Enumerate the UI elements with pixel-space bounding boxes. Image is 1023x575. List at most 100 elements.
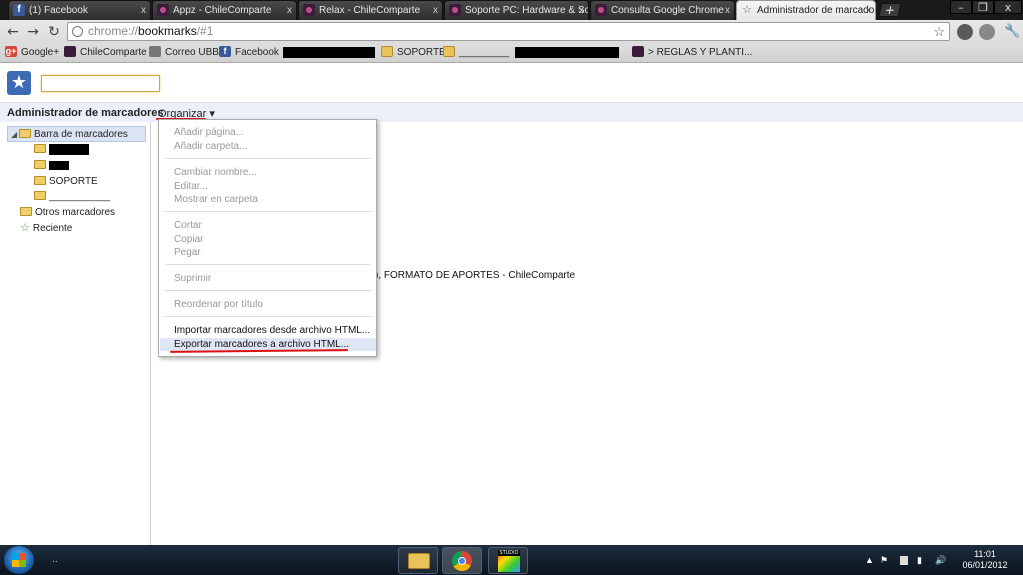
back-button[interactable]: ←: [4, 23, 22, 41]
tab-appz[interactable]: Appz - ChileComparte x: [152, 0, 297, 20]
recent-star-icon: ☆: [20, 222, 30, 234]
mail-icon: [149, 45, 161, 57]
tab-close-icon[interactable]: x: [579, 1, 584, 20]
folder-icon: [443, 45, 455, 57]
menu-item-edit[interactable]: Editar...: [160, 180, 376, 193]
power-icon[interactable]: [900, 556, 908, 565]
start-button[interactable]: [4, 546, 34, 574]
menu-item-rename[interactable]: Cambiar nombre...: [160, 166, 376, 179]
menu-item-show-in-folder[interactable]: Mostrar en carpeta: [160, 193, 376, 206]
bookmark-star-icon: ☆: [742, 4, 752, 16]
taskbar-clock[interactable]: 11:01 06/01/2012: [957, 549, 1013, 571]
tab-close-icon[interactable]: x: [141, 1, 146, 20]
address-bar[interactable]: chrome://bookmarks/#1 ☆: [67, 22, 950, 41]
chrome-taskbar-button[interactable]: [442, 547, 482, 574]
folder-open-icon: [19, 128, 31, 138]
chilecomparte-icon: [157, 4, 169, 16]
redacted-bar: [515, 46, 619, 58]
bookmark-google-plus[interactable]: g+ Google+: [5, 44, 59, 62]
bookmark-facebook[interactable]: f Facebook: [219, 44, 279, 62]
bookmark-star-icon[interactable]: ☆: [933, 23, 945, 40]
tab-bookmark-manager[interactable]: ☆ Administrador de marcador x: [736, 0, 876, 21]
tab-facebook[interactable]: f (1) Facebook x: [8, 0, 151, 20]
bookmark-folder-soporte[interactable]: SOPORTE: [381, 44, 446, 62]
tree-item-redacted[interactable]: [34, 142, 89, 158]
tree-item-redacted[interactable]: [34, 158, 69, 174]
close-window-button[interactable]: x: [994, 0, 1022, 14]
bookmark-reglas[interactable]: > REGLAS Y PLANTI...: [632, 44, 752, 62]
facebook-icon: f: [13, 4, 25, 16]
bookmark-folder-underscore[interactable]: _________: [443, 44, 509, 62]
facebook-icon: f: [219, 45, 231, 57]
chilecomparte-icon: [64, 45, 76, 57]
tree-item-label: Barra de marcadores: [34, 129, 128, 140]
folder-icon: [20, 206, 32, 216]
search-input[interactable]: [41, 75, 160, 92]
menu-item-sort-by-title[interactable]: Reordenar por título: [160, 298, 376, 311]
redacted-bar: [49, 143, 89, 155]
tree-item-label: SOPORTE: [49, 176, 98, 187]
bookmark-label: Google+: [21, 47, 60, 58]
bookmark-label: SOPORTE: [397, 47, 446, 58]
chilecomparte-icon: [449, 4, 461, 16]
windows-logo-icon: [12, 553, 26, 567]
menu-item-add-page[interactable]: Añadir página...: [160, 126, 376, 139]
tree-item-label: ___________: [49, 191, 111, 202]
bookmark-correo-ubb[interactable]: Correo UBB: [149, 44, 219, 62]
folder-icon: [34, 175, 46, 185]
tree-item-recent[interactable]: ☆ Reciente: [20, 221, 72, 237]
tree-item-soporte[interactable]: SOPORTE: [34, 174, 98, 190]
bookmark-list-item[interactable]: FAQ), FORMATO DE APORTES - ChileComparte: [355, 270, 575, 281]
network-signal-icon[interactable]: ▮: [917, 556, 927, 565]
google-plus-icon: g+: [5, 45, 17, 57]
tab-close-icon[interactable]: x: [287, 1, 292, 20]
folder-tree: ◢ Barra de marcadores SOPORTE ___________…: [0, 122, 151, 545]
tab-label: Consulta Google Chrome: [611, 5, 724, 16]
collapse-triangle-icon[interactable]: ◢: [11, 127, 19, 142]
forward-button[interactable]: →: [24, 23, 42, 41]
tab-soporte-pc[interactable]: Soporte PC: Hardware & So x: [444, 0, 589, 20]
wrench-menu-icon[interactable]: 🔧: [1004, 24, 1020, 40]
tab-strip: f (1) Facebook x Appz - ChileComparte x …: [0, 0, 1023, 21]
clock-time: 11:01: [974, 549, 996, 559]
tree-item-bookmarks-bar[interactable]: ◢ Barra de marcadores: [7, 126, 146, 142]
menu-item-import-html[interactable]: Importar marcadores desde archivo HTML..…: [160, 324, 376, 337]
folder-icon: [34, 159, 46, 169]
extension-icon[interactable]: [957, 24, 973, 40]
minimize-button[interactable]: –: [950, 0, 972, 14]
tab-relax[interactable]: Relax - ChileComparte x: [298, 0, 443, 20]
volume-icon[interactable]: 🔊: [935, 556, 946, 565]
menu-separator: [165, 316, 371, 317]
chilecomparte-icon: [303, 4, 315, 16]
tree-item-underscore[interactable]: ___________: [34, 189, 110, 205]
tab-close-icon[interactable]: x: [725, 1, 730, 20]
bookmark-label: > REGLAS Y PLANTI...: [648, 47, 753, 58]
menu-item-paste[interactable]: Pegar: [160, 246, 376, 259]
restore-button[interactable]: ❐: [972, 0, 994, 14]
bookmark-manager-logo-icon: ★: [7, 71, 31, 95]
bookmark-chilecomparte[interactable]: ChileComparte: [64, 44, 147, 62]
page-icon: [72, 26, 83, 37]
menu-item-cut[interactable]: Cortar: [160, 219, 376, 232]
tab-close-icon[interactable]: x: [433, 1, 438, 20]
redacted-bar: [283, 46, 375, 58]
tab-close-icon[interactable]: x: [866, 1, 871, 20]
folder-icon: [34, 190, 46, 200]
bookmark-redacted[interactable]: [515, 44, 619, 62]
extension-icon[interactable]: [979, 24, 995, 40]
action-center-flag-icon[interactable]: ⚑: [880, 556, 890, 565]
reload-button[interactable]: ↻: [45, 23, 63, 41]
chilecomparte-icon: [632, 45, 644, 57]
tab-label: Appz - ChileComparte: [173, 5, 272, 16]
show-hidden-icons-icon[interactable]: ▲: [865, 556, 875, 565]
menu-item-delete[interactable]: Suprimir: [160, 272, 376, 285]
menu-item-copy[interactable]: Copiar: [160, 233, 376, 246]
menu-item-add-folder[interactable]: Añadir carpeta...: [160, 140, 376, 153]
new-tab-button[interactable]: +: [878, 3, 902, 17]
tab-consulta-chrome[interactable]: Consulta Google Chrome x: [590, 0, 735, 20]
studio-taskbar-button[interactable]: STUDIO: [488, 547, 528, 574]
manager-header: Administrador de marcadores Organizar ▾: [0, 102, 1023, 122]
explorer-taskbar-button[interactable]: [398, 547, 438, 574]
bookmark-redacted[interactable]: [283, 44, 375, 62]
tree-item-other-bookmarks[interactable]: Otros marcadores: [20, 205, 115, 221]
